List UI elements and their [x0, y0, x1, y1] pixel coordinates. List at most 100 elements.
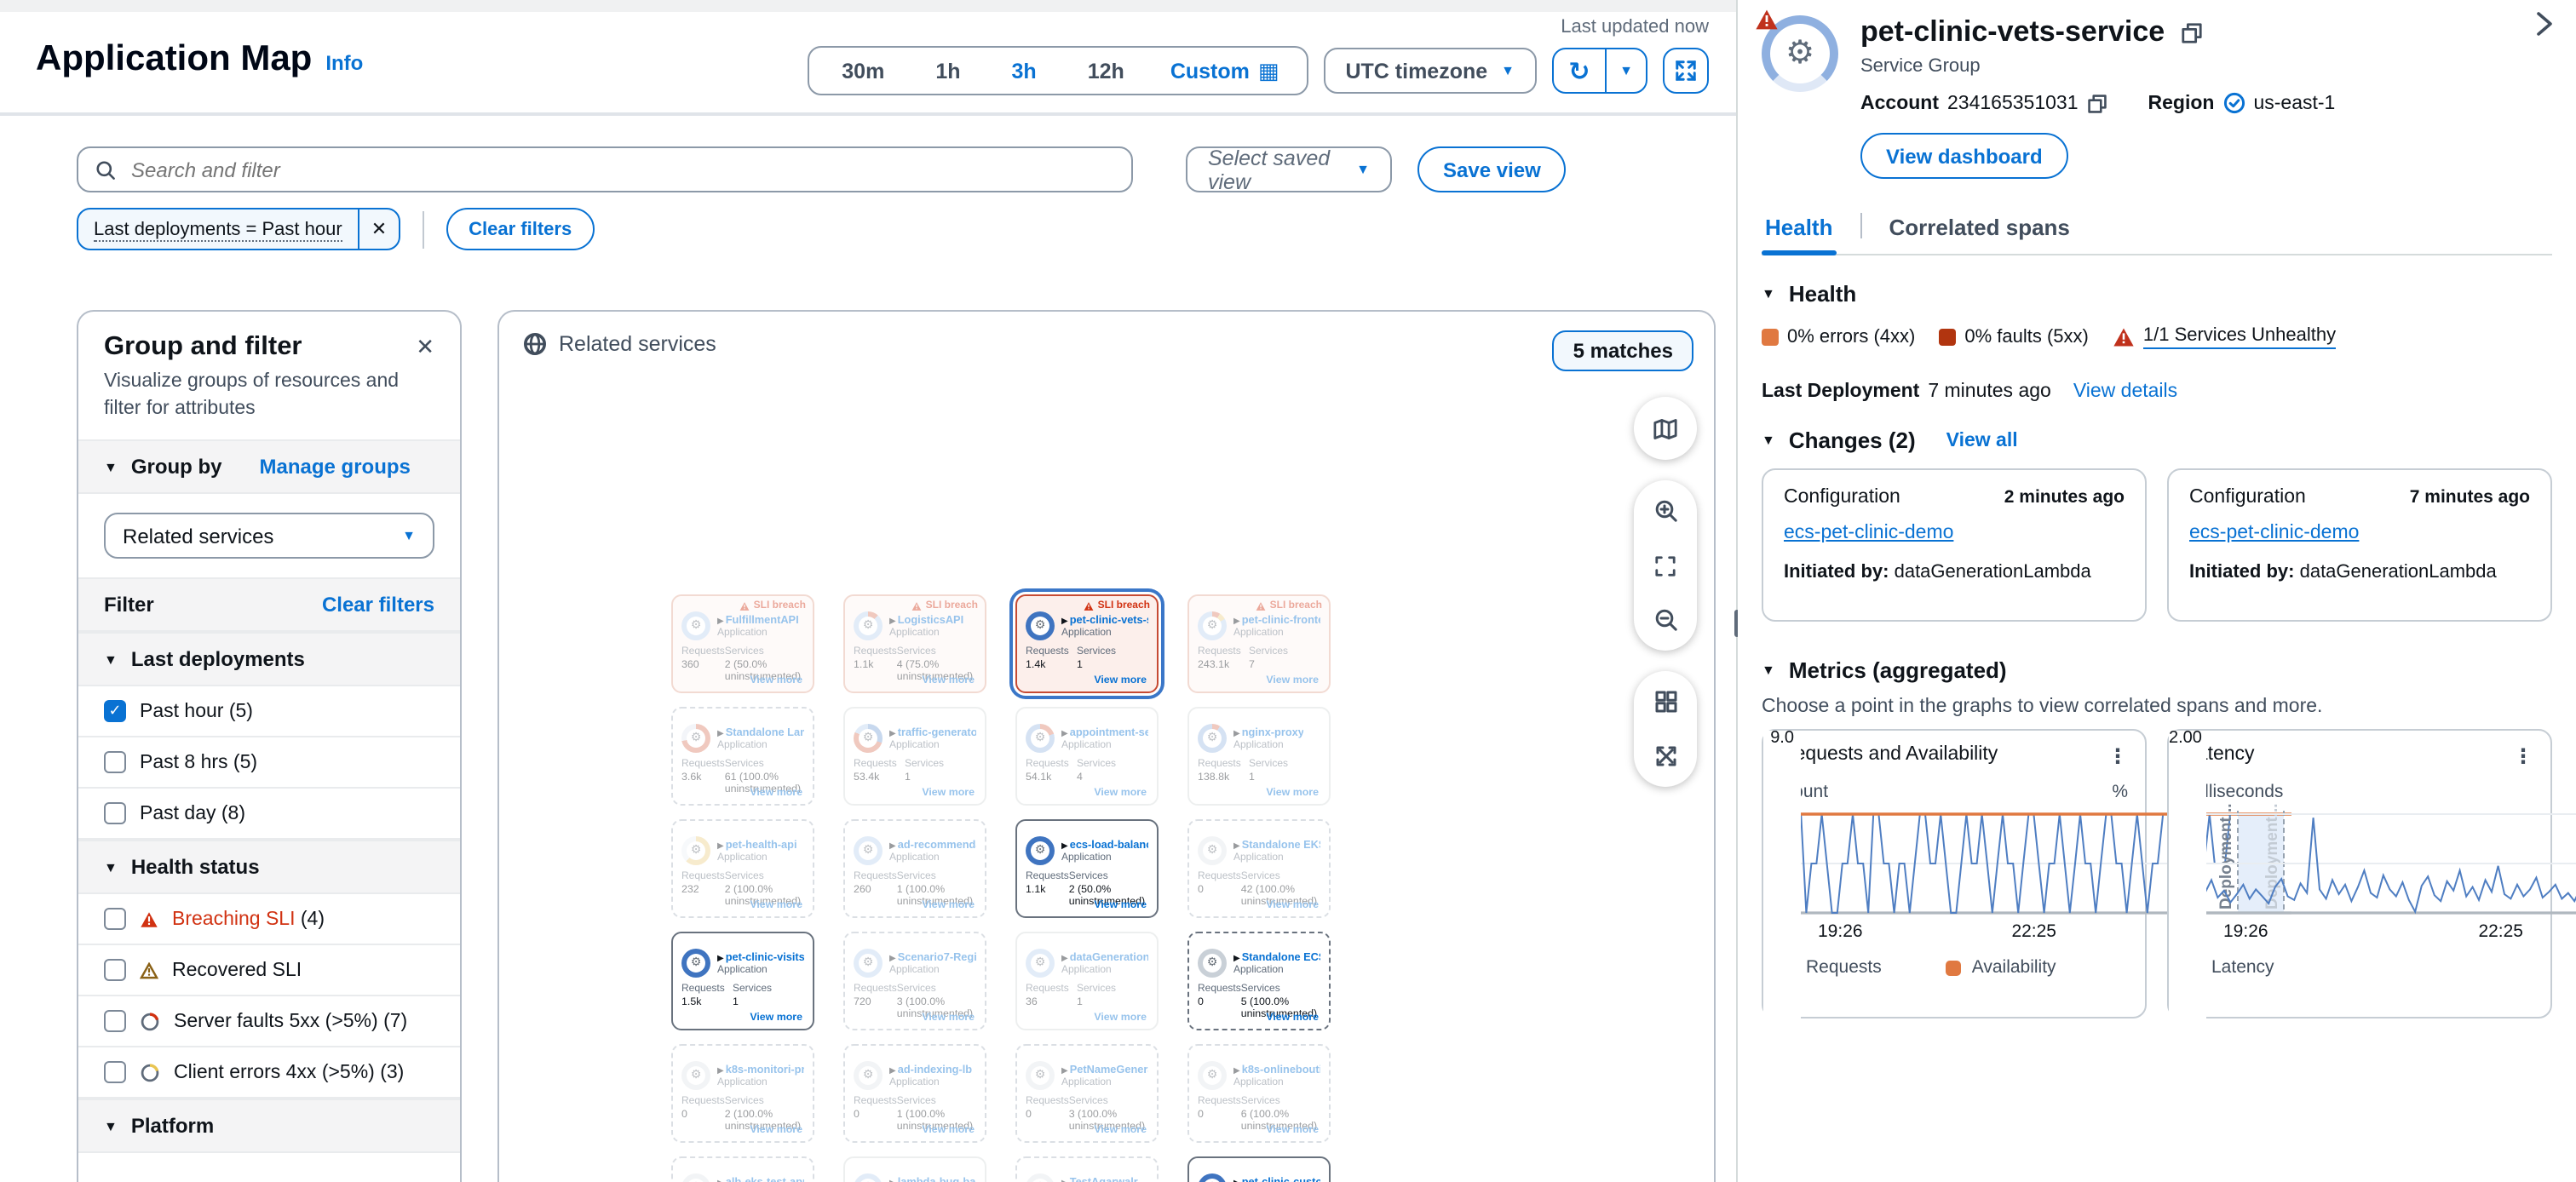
view-more-link[interactable]: View more [750, 787, 802, 799]
view-more-link[interactable]: View more [922, 1012, 975, 1024]
time-range-3h[interactable]: 3h [986, 59, 1062, 83]
service-card-standalone-eks[interactable]: ⚙ ▶Standalone EKS Application Requests0 … [1187, 819, 1331, 918]
search-input[interactable] [128, 156, 1114, 183]
change-resource-link[interactable]: ecs-pet-clinic-demo [1784, 523, 1953, 543]
change-resource-link[interactable]: ecs-pet-clinic-demo [2189, 523, 2359, 543]
time-range-custom[interactable]: Custom ▦ [1150, 59, 1300, 83]
view-more-link[interactable]: View more [1094, 674, 1147, 686]
service-name[interactable]: ▶Standalone ECS [1233, 951, 1320, 963]
tab-health[interactable]: Health [1762, 215, 1836, 254]
service-name[interactable]: ▶pet-health-api [717, 839, 797, 851]
view-more-link[interactable]: View more [750, 674, 802, 686]
minimap-button[interactable] [1634, 397, 1697, 460]
service-card-lambda-bug-bash[interactable]: ⚙ ▶lambda-bug-bash Application Requests … [843, 1156, 986, 1182]
service-card-ad-indexing-lb[interactable]: ⚙ ▶ad-indexing-lb Application Requests0 … [843, 1044, 986, 1143]
view-more-link[interactable]: View more [1266, 787, 1319, 799]
service-name[interactable]: ▶pet-clinic-vets-service [1061, 614, 1148, 626]
view-more-link[interactable]: View more [1094, 1124, 1147, 1136]
service-card-pet-clinic-customers-s-[interactable]: ⚙ ▶pet-clinic-customers-s... Application… [1187, 1156, 1331, 1182]
service-card-scenario7-registerne-[interactable]: ⚙ ▶Scenario7-RegisterNe... Application R… [843, 932, 986, 1030]
zoom-in-button[interactable] [1645, 492, 1686, 530]
filter-section-health-status[interactable]: ▼ Health status [78, 840, 460, 894]
group-by-select[interactable]: Related services ▼ [104, 513, 434, 559]
service-card-standalone-ecs[interactable]: ⚙ ▶Standalone ECS Application Requests0 … [1187, 932, 1331, 1030]
info-link[interactable]: Info [325, 51, 363, 75]
service-card-petnamegenerator[interactable]: ⚙ ▶PetNameGenerator Application Requests… [1015, 1044, 1159, 1143]
service-card-k8s-onlineboutique-60-[interactable]: ⚙ ▶k8s-onlineboutique-60... Application … [1187, 1044, 1331, 1143]
view-more-link[interactable]: View more [922, 1124, 975, 1136]
service-card-fulfillmentapi[interactable]: SLI breach ⚙ ▶FulfillmentAPI Application… [671, 594, 814, 693]
service-card-ad-recommendation-lb[interactable]: ⚙ ▶ad-recommendation-lb Application Requ… [843, 819, 986, 918]
service-card-traffic-generator[interactable]: ⚙ ▶traffic-generator Application Request… [843, 707, 986, 806]
panel-clear-filters-link[interactable]: Clear filters [322, 593, 434, 617]
group-by-header[interactable]: ▼ Group by Manage groups [78, 439, 460, 494]
time-range-12h[interactable]: 12h [1062, 59, 1150, 83]
timezone-select[interactable]: UTC timezone ▼ [1323, 48, 1537, 94]
service-card-testagarwalr[interactable]: ⚙ ▶TestAgarwalr Application Requests Ser… [1015, 1156, 1159, 1182]
save-view-button[interactable]: Save view [1417, 146, 1567, 192]
health-section-header[interactable]: ▼ Health [1762, 281, 2552, 307]
collapse-panel-button[interactable] [2532, 10, 2556, 46]
grid-layout-button[interactable] [1645, 683, 1686, 720]
copy-icon[interactable] [2087, 93, 2107, 113]
view-more-link[interactable]: View more [1094, 899, 1147, 911]
matches-button[interactable]: 5 matches [1553, 330, 1693, 371]
service-name[interactable]: ▶k8s-monitori-prometh... [717, 1064, 804, 1076]
checkbox[interactable] [104, 1061, 126, 1083]
service-name[interactable]: ▶LogisticsAPI [889, 614, 963, 626]
filter-section-last-deployments[interactable]: ▼ Last deployments [78, 632, 460, 686]
service-name[interactable]: ▶FulfillmentAPI [717, 614, 799, 626]
service-name[interactable]: ▶alb-eks-test-app [717, 1176, 804, 1182]
view-more-link[interactable]: View more [1266, 899, 1319, 911]
service-card-datagenerationlambda[interactable]: ⚙ ▶dataGenerationLambda Application Requ… [1015, 932, 1159, 1030]
view-more-link[interactable]: View more [750, 1124, 802, 1136]
view-more-link[interactable]: View more [922, 899, 975, 911]
checkbox[interactable] [104, 802, 126, 824]
service-name[interactable]: ▶ad-recommendation-lb [889, 839, 976, 851]
checkbox[interactable] [104, 959, 126, 981]
service-name[interactable]: ▶Standalone Lambda [717, 726, 804, 738]
service-name[interactable]: ▶appointment-service-g... [1061, 726, 1148, 738]
view-more-link[interactable]: View more [922, 674, 975, 686]
service-name[interactable]: ▶TestAgarwalr [1061, 1176, 1138, 1182]
service-card-nginx-proxy[interactable]: ⚙ ▶nginx-proxy Application Requests138.8… [1187, 707, 1331, 806]
view-more-link[interactable]: View more [1094, 1012, 1147, 1024]
view-more-link[interactable]: View more [750, 899, 802, 911]
service-name[interactable]: ▶dataGenerationLambda [1061, 951, 1148, 963]
checkbox[interactable] [104, 751, 126, 773]
service-card-pet-clinic-visits-service[interactable]: ⚙ ▶pet-clinic-visits-service Application… [671, 932, 814, 1030]
service-name[interactable]: ▶PetNameGenerator [1061, 1064, 1148, 1076]
changes-section-header[interactable]: ▼ Changes (2) View all [1762, 427, 2552, 453]
service-card-pet-clinic-vets-service[interactable]: SLI breach ⚙ ▶pet-clinic-vets-service Ap… [1015, 594, 1159, 693]
manage-groups-link[interactable]: Manage groups [260, 455, 411, 479]
view-more-link[interactable]: View more [750, 1012, 802, 1024]
fit-to-screen-button[interactable] [1645, 547, 1686, 584]
service-name[interactable]: ▶pet-clinic-visits-service [717, 951, 804, 963]
chart-plot[interactable]: Deployment...Deployment... [2186, 809, 2576, 915]
saved-view-select[interactable]: Select saved view ▼ [1186, 146, 1392, 192]
service-name[interactable]: ▶traffic-generator [889, 726, 976, 738]
service-card-k8s-monitori-prometh-[interactable]: ⚙ ▶k8s-monitori-prometh... Application R… [671, 1044, 814, 1143]
service-name[interactable]: ▶nginx-proxy [1233, 726, 1304, 738]
search-box[interactable] [77, 146, 1133, 192]
copy-icon[interactable] [2180, 21, 2202, 43]
service-card-logisticsapi[interactable]: SLI breach ⚙ ▶LogisticsAPI Application R… [843, 594, 986, 693]
service-name[interactable]: ▶pet-clinic-frontend-java [1233, 614, 1320, 626]
view-all-link[interactable]: View all [1946, 430, 2018, 450]
close-icon[interactable]: ✕ [416, 332, 434, 358]
service-name[interactable]: ▶k8s-onlineboutique-60... [1233, 1064, 1320, 1076]
unhealthy-link[interactable]: 1/1 Services Unhealthy [2143, 325, 2336, 349]
kebab-menu-icon[interactable]: ⋮ [2513, 744, 2533, 768]
view-details-link[interactable]: View details [2073, 382, 2177, 402]
service-name[interactable]: ▶ad-indexing-lb [889, 1064, 972, 1076]
checkbox[interactable] [104, 908, 126, 930]
service-name[interactable]: ▶Standalone EKS [1233, 839, 1320, 851]
view-more-link[interactable]: View more [1094, 787, 1147, 799]
view-more-link[interactable]: View more [1266, 1012, 1319, 1024]
fullscreen-button[interactable] [1663, 48, 1709, 94]
filter-section-platform[interactable]: ▼ Platform [78, 1099, 460, 1153]
service-card-alb-eks-test-app[interactable]: ⚙ ▶alb-eks-test-app Application Requests… [671, 1156, 814, 1182]
zoom-out-button[interactable] [1645, 601, 1686, 639]
service-name[interactable]: ▶ecs-load-balancer [1061, 839, 1148, 851]
clear-filters-button[interactable]: Clear filters [446, 208, 594, 250]
